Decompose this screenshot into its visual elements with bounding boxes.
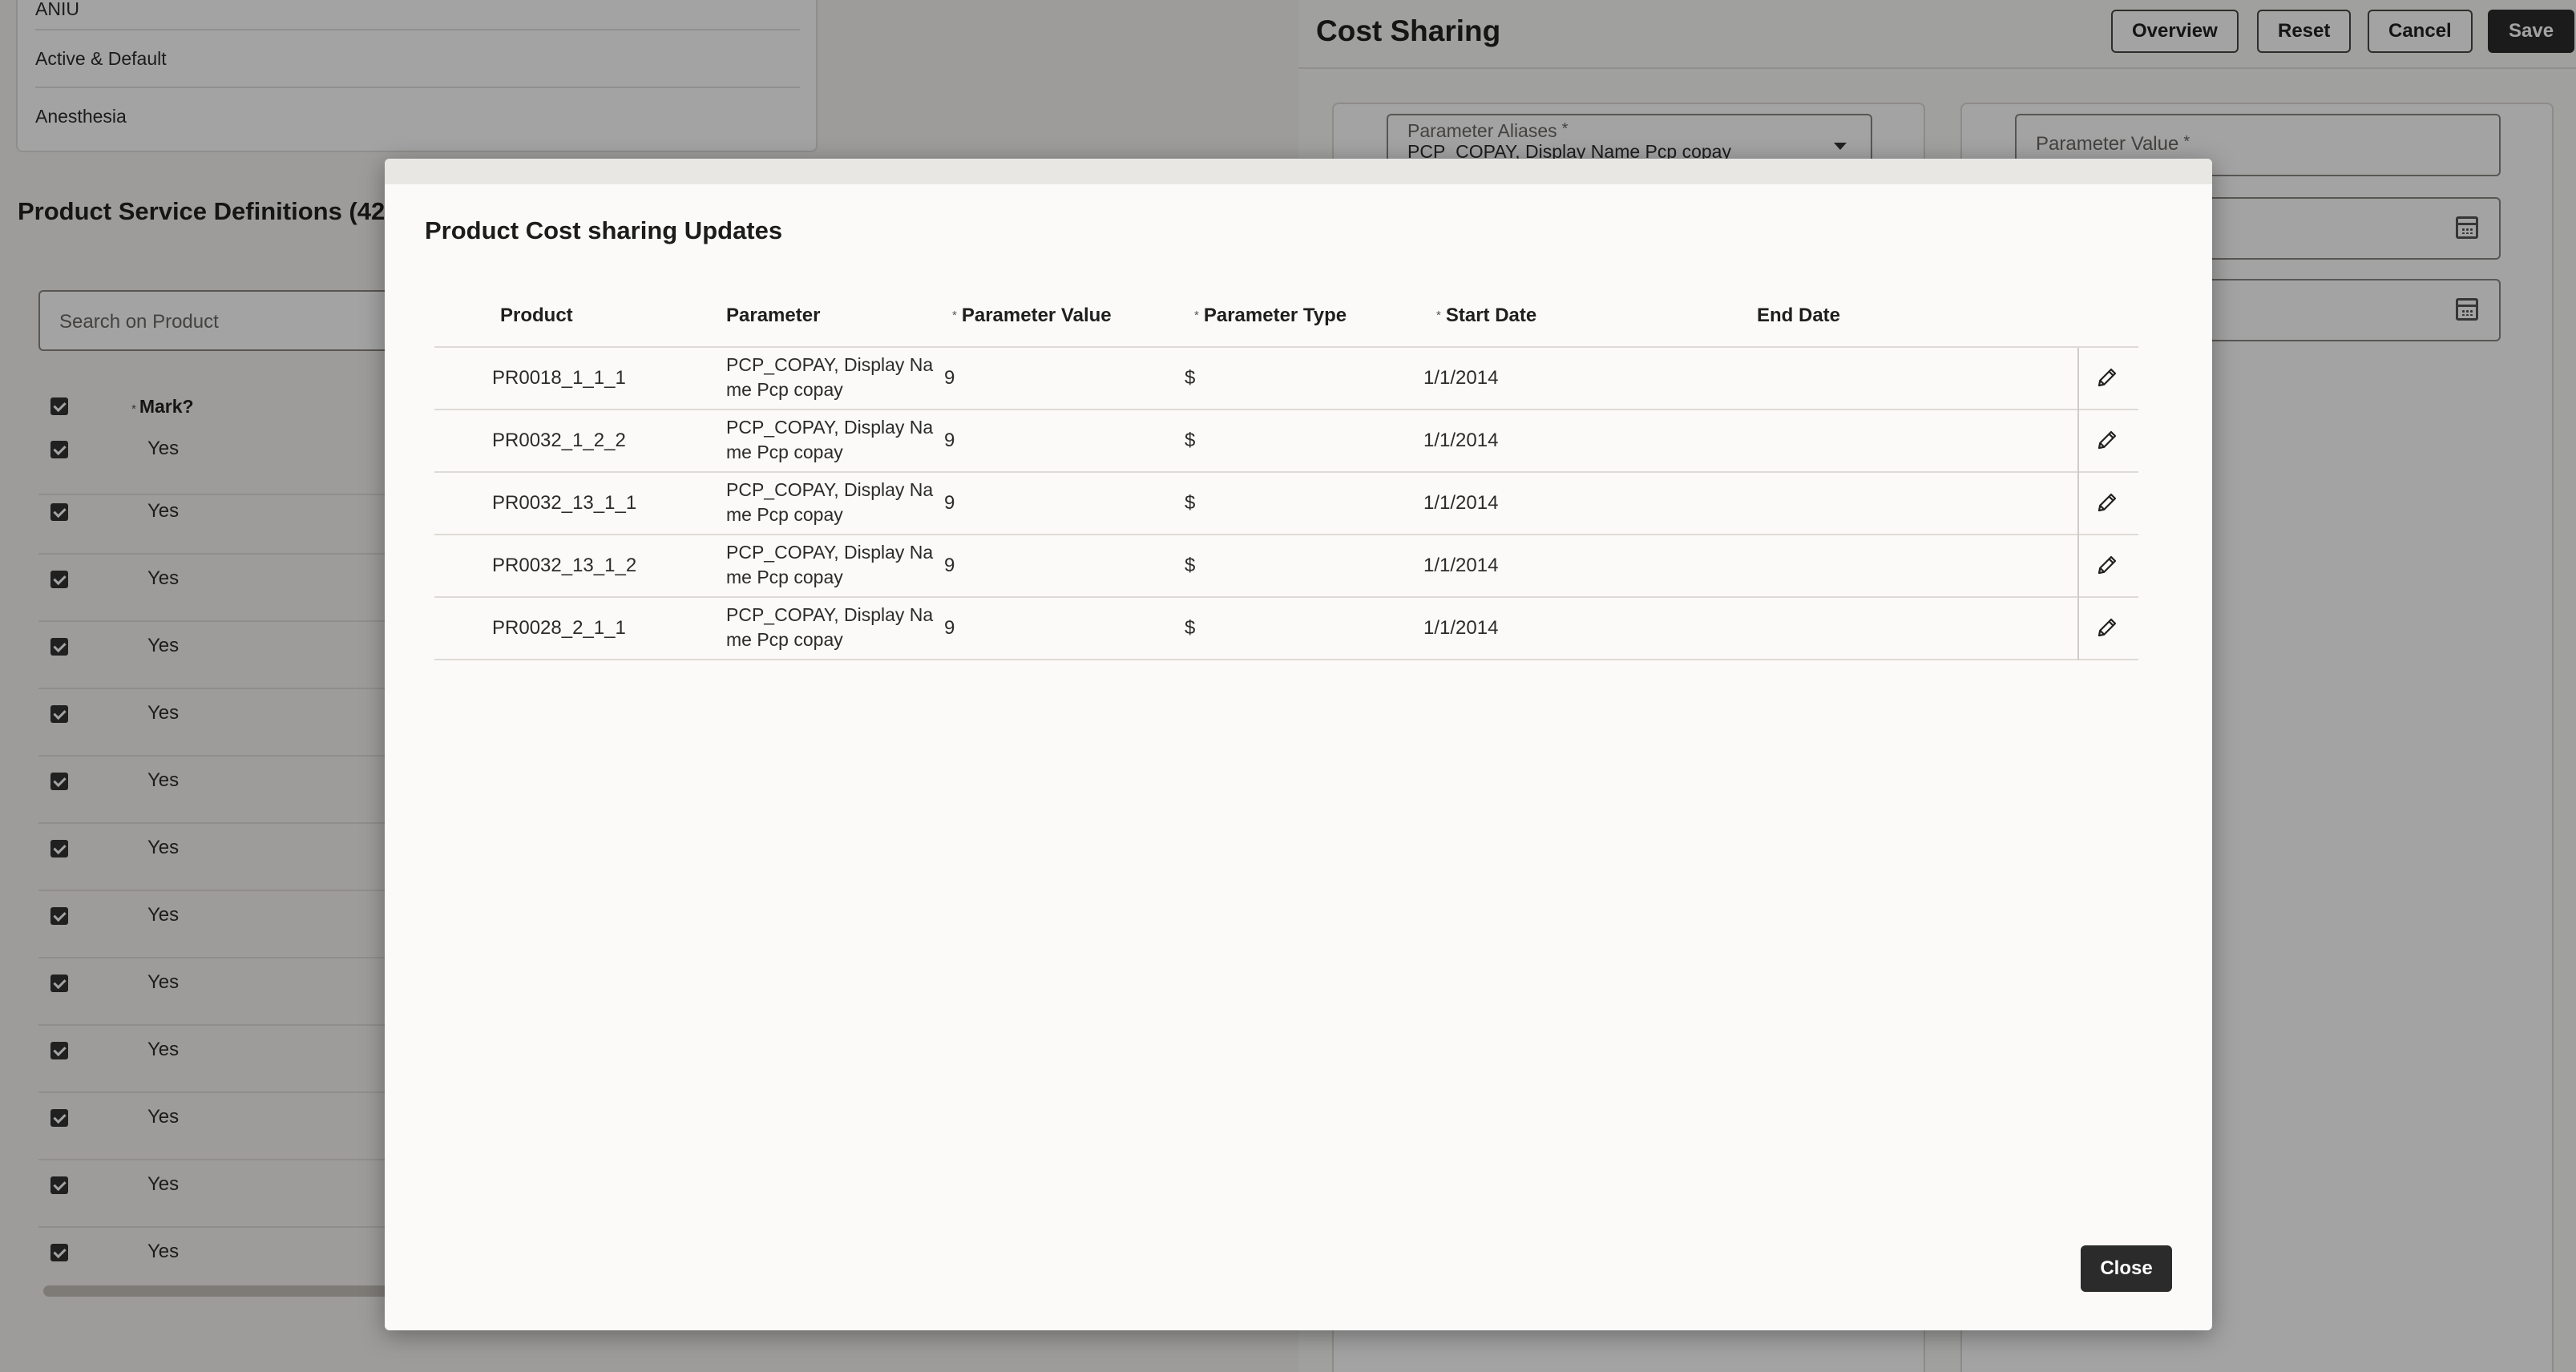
cell-parameter-type: $	[1185, 367, 1196, 389]
cell-parameter-value: 9	[944, 367, 955, 389]
dialog-header-strip	[385, 159, 2212, 184]
cell-product: PR0032_13_1_2	[492, 555, 637, 576]
cell-product: PR0028_2_1_1	[492, 617, 626, 639]
table-row[interactable]: PR0032_13_1_2 PCP_COPAY, Display Na me P…	[434, 535, 2138, 598]
row-edit-cell[interactable]	[2077, 598, 2138, 660]
row-edit-cell[interactable]	[2077, 410, 2138, 473]
cell-parameter-value: 9	[944, 492, 955, 514]
app-root: ANIU Active & Default Anesthesia Product…	[0, 0, 2576, 1372]
column-header-parameter-type-label: Parameter Type	[1203, 305, 1347, 326]
table-row[interactable]: PR0032_13_1_1 PCP_COPAY, Display Na me P…	[434, 473, 2138, 535]
cell-parameter-value: 9	[944, 617, 955, 639]
table-row[interactable]: PR0018_1_1_1 PCP_COPAY, Display Na me Pc…	[434, 348, 2138, 410]
cell-start-date: 1/1/2014	[1423, 367, 1499, 389]
row-edit-cell[interactable]	[2077, 473, 2138, 535]
cell-parameter: PCP_COPAY, Display Na me Pcp copay	[726, 479, 934, 525]
row-edit-cell[interactable]	[2077, 535, 2138, 598]
cell-parameter-type: $	[1185, 617, 1196, 639]
cell-start-date: 1/1/2014	[1423, 555, 1499, 576]
cell-parameter: PCP_COPAY, Display Na me Pcp copay	[726, 542, 934, 587]
cost-sharing-updates-dialog: Product Cost sharing Updates Product Par…	[385, 159, 2212, 1330]
column-header-parameter-value[interactable]: * Parameter Value	[952, 284, 1112, 348]
pencil-edit-icon[interactable]	[2095, 365, 2119, 389]
cell-parameter: PCP_COPAY, Display Na me Pcp copay	[726, 604, 934, 650]
close-button[interactable]: Close	[2081, 1245, 2172, 1292]
cell-product: PR0032_13_1_1	[492, 492, 637, 514]
cell-parameter-type: $	[1185, 492, 1196, 514]
column-header-end-date[interactable]: End Date	[1757, 284, 1840, 348]
column-header-parameter-value-label: Parameter Value	[961, 305, 1112, 326]
pencil-edit-icon[interactable]	[2095, 428, 2119, 452]
cell-parameter-value: 9	[944, 555, 955, 576]
required-marker: *	[1436, 309, 1441, 322]
cell-start-date: 1/1/2014	[1423, 430, 1499, 451]
cell-parameter: PCP_COPAY, Display Na me Pcp copay	[726, 417, 934, 462]
column-header-parameter-type[interactable]: * Parameter Type	[1194, 284, 1347, 348]
column-header-start-date-label: Start Date	[1445, 305, 1537, 326]
pencil-edit-icon[interactable]	[2095, 615, 2119, 640]
cell-parameter-type: $	[1185, 555, 1196, 576]
dialog-title: Product Cost sharing Updates	[425, 216, 783, 244]
table-row[interactable]: PR0028_2_1_1 PCP_COPAY, Display Na me Pc…	[434, 598, 2138, 660]
cell-parameter-type: $	[1185, 430, 1196, 451]
pencil-edit-icon[interactable]	[2095, 490, 2119, 514]
column-header-start-date[interactable]: * Start Date	[1436, 284, 1536, 348]
column-header-parameter[interactable]: Parameter	[726, 284, 820, 348]
row-edit-cell[interactable]	[2077, 348, 2138, 410]
column-header-product[interactable]: Product	[500, 284, 573, 348]
cell-start-date: 1/1/2014	[1423, 617, 1499, 639]
cell-product: PR0032_1_2_2	[492, 430, 626, 451]
pencil-edit-icon[interactable]	[2095, 553, 2119, 577]
cell-parameter: PCP_COPAY, Display Na me Pcp copay	[726, 354, 934, 400]
required-marker: *	[952, 309, 957, 322]
cell-product: PR0018_1_1_1	[492, 367, 626, 389]
required-marker: *	[1194, 309, 1199, 322]
cell-parameter-value: 9	[944, 430, 955, 451]
table-row[interactable]: PR0032_1_2_2 PCP_COPAY, Display Na me Pc…	[434, 410, 2138, 473]
cell-start-date: 1/1/2014	[1423, 492, 1499, 514]
